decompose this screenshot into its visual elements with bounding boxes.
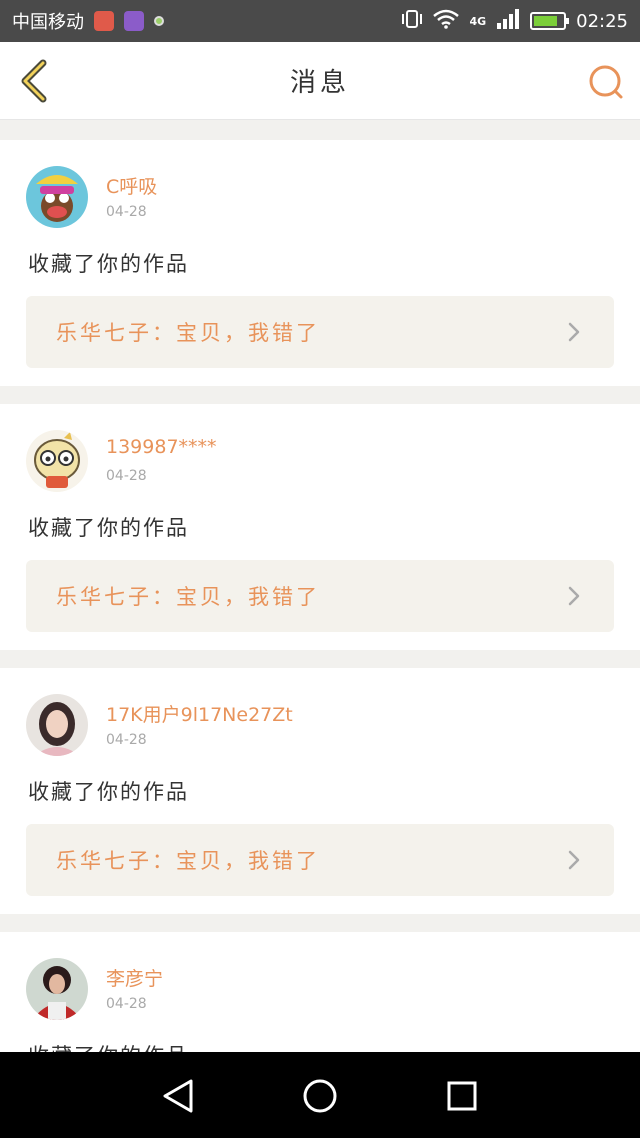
status-right: 4G 02:25 <box>401 9 628 33</box>
nav-recents-button[interactable] <box>440 1074 484 1118</box>
network-type-label: 4G <box>469 14 487 28</box>
message-card: 139987**** 04-28 收藏了你的作品 乐华七子：宝贝，我错了 <box>0 404 640 650</box>
work-title: 乐华七子：宝贝，我错了 <box>56 585 320 609</box>
action-text: 收藏了你的作品 <box>28 516 189 540</box>
avatar[interactable] <box>26 694 88 756</box>
search-button[interactable] <box>586 62 626 102</box>
message-card: 李彦宁 04-28 收藏了你的作品 <box>0 932 640 1052</box>
username[interactable]: C呼吸 <box>106 172 157 199</box>
recents-square-icon <box>447 1081 477 1111</box>
username[interactable]: 李彦宁 <box>106 964 163 991</box>
avatar[interactable] <box>26 166 88 228</box>
message-card: C呼吸 04-28 收藏了你的作品 乐华七子：宝贝，我错了 <box>0 140 640 386</box>
page-title: 消息 <box>289 68 350 98</box>
chevron-right-icon <box>568 850 580 870</box>
avatar[interactable] <box>26 430 88 492</box>
message-date: 04-28 <box>106 732 147 748</box>
message-date: 04-28 <box>106 204 147 220</box>
work-link[interactable]: 乐华七子：宝贝，我错了 <box>26 560 614 632</box>
message-card: 17K用户9l17Ne27Zt 04-28 收藏了你的作品 乐华七子：宝贝，我错… <box>0 668 640 914</box>
chevron-left-icon <box>21 59 47 103</box>
app-header: 消息 <box>0 42 640 120</box>
work-title: 乐华七子：宝贝，我错了 <box>56 849 320 873</box>
work-title: 乐华七子：宝贝，我错了 <box>56 321 320 345</box>
work-link[interactable]: 乐华七子：宝贝，我错了 <box>26 296 614 368</box>
circle-app-icon <box>154 16 164 26</box>
search-icon <box>589 65 623 99</box>
back-triangle-icon <box>163 1079 193 1113</box>
mail-app-icon <box>94 11 114 31</box>
nav-back-button[interactable] <box>156 1074 200 1118</box>
status-left: 中国移动 <box>12 8 164 34</box>
message-date: 04-28 <box>106 996 147 1012</box>
username[interactable]: 17K用户9l17Ne27Zt <box>106 700 293 727</box>
system-nav-bar <box>0 1052 640 1138</box>
gallery-app-icon <box>124 11 144 31</box>
status-bar: 中国移动 4G 02:25 <box>0 0 640 42</box>
home-circle-icon <box>303 1079 337 1113</box>
work-link[interactable]: 乐华七子：宝贝，我错了 <box>26 824 614 896</box>
chevron-right-icon <box>568 586 580 606</box>
carrier-label: 中国移动 <box>12 12 84 33</box>
signal-icon <box>496 9 520 33</box>
wifi-icon <box>433 9 460 33</box>
status-time: 02:25 <box>576 10 628 32</box>
back-button[interactable] <box>14 58 54 104</box>
username[interactable]: 139987**** <box>106 436 217 458</box>
message-list[interactable]: C呼吸 04-28 收藏了你的作品 乐华七子：宝贝，我错了 139987****… <box>0 120 640 1052</box>
action-text: 收藏了你的作品 <box>28 780 189 804</box>
avatar[interactable] <box>26 958 88 1020</box>
message-date: 04-28 <box>106 468 147 484</box>
battery-icon <box>530 12 570 30</box>
action-text: 收藏了你的作品 <box>28 252 189 276</box>
vibrate-icon <box>401 9 423 33</box>
chevron-right-icon <box>568 322 580 342</box>
action-text: 收藏了你的作品 <box>28 1040 189 1052</box>
nav-home-button[interactable] <box>298 1074 342 1118</box>
